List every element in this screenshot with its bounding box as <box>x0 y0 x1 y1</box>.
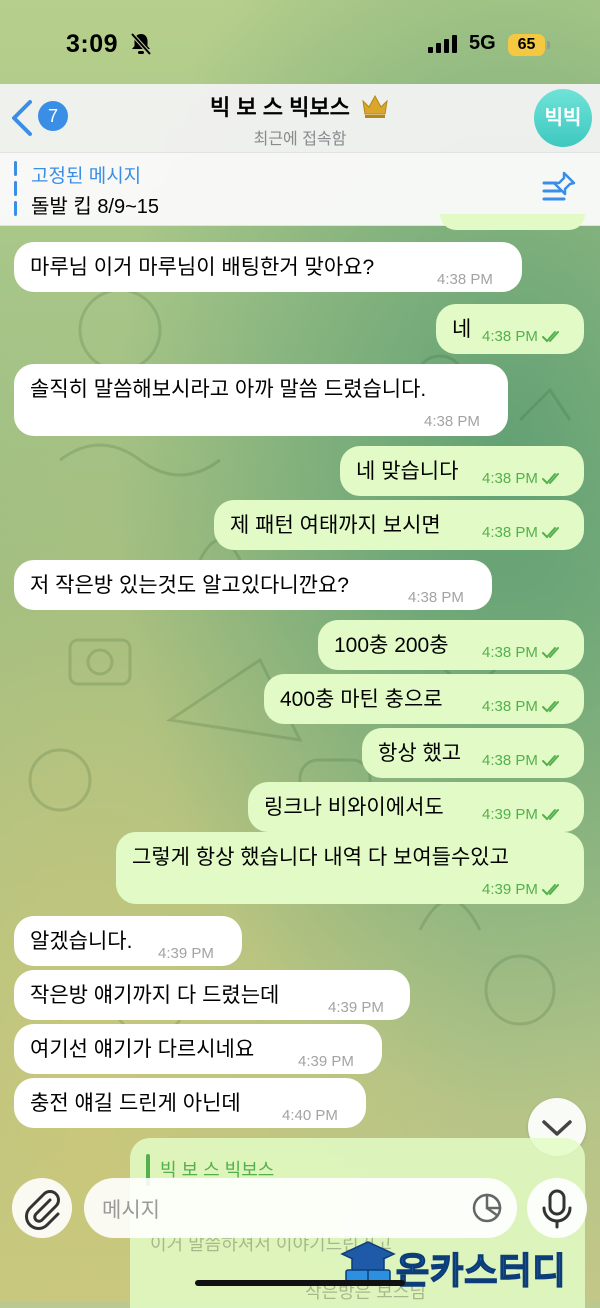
message-input-placeholder: 메시지 <box>102 1199 160 1222</box>
message-time-text: 4:38 PM <box>482 524 538 541</box>
double-check-icon <box>541 701 559 713</box>
message-text: 작은방 얘기까지 다 드렸는데 <box>30 984 280 1007</box>
message-time: 4:38 PM <box>482 323 564 351</box>
message-bubble[interactable]: 알겠습니다. 4:39 PM <box>14 916 242 966</box>
double-check-icon <box>541 527 559 539</box>
message-bubble[interactable]: 100충 200충 4:38 PM <box>318 620 584 670</box>
avatar[interactable]: 빅빅 <box>534 89 592 147</box>
message-time: 4:38 PM <box>482 465 564 493</box>
message-bubble[interactable]: 400충 마틴 충으로 4:38 PM <box>264 674 584 724</box>
message-bubble[interactable]: 네 4:38 PM <box>436 304 584 354</box>
bell-slash-icon <box>130 32 152 56</box>
message-time-text: 4:38 PM <box>482 752 538 769</box>
message-text: 충전 얘길 드린게 아닌데 <box>30 1092 241 1115</box>
message-time: 4:38 PM <box>482 693 564 721</box>
message-bubble[interactable]: 작은방 얘기까지 다 드렸는데 4:39 PM <box>14 970 410 1020</box>
message-text: 저 작은방 있는것도 알고있다니깐요? <box>30 574 349 597</box>
pinned-indicator <box>14 161 17 217</box>
chat-title: 빅 보 스 빅보스 <box>120 90 480 122</box>
unread-count-badge: 7 <box>38 101 68 131</box>
message-time-text: 4:39 PM <box>482 806 538 823</box>
chat-header: 7 빅 보 스 빅보스 최근에 접속함 빅빅 <box>0 84 600 152</box>
message-bubble[interactable]: 여기선 얘기가 다르시네요 4:39 PM <box>14 1024 382 1074</box>
battery-tip <box>547 41 550 49</box>
message-bubble[interactable]: 링크나 비와이에서도 4:39 PM <box>248 782 584 832</box>
message-bubble[interactable]: 마루님 이거 마루님이 배팅한거 맞아요? 4:38 PM <box>14 242 522 292</box>
status-bar: 3:09 5G 65 <box>0 0 600 84</box>
message-bubble[interactable]: 저 작은방 있는것도 알고있다니깐요? 4:38 PM <box>14 560 492 610</box>
message-text: 마루님 이거 마루님이 배팅한거 맞아요? <box>30 256 375 279</box>
message-time-text: 4:38 PM <box>482 470 538 487</box>
pinned-title: 고정된 메시지 <box>31 166 142 187</box>
message-text: 알겠습니다. <box>30 930 133 953</box>
pin-list-icon[interactable] <box>542 171 578 205</box>
message-input[interactable]: 메시지 <box>84 1178 517 1238</box>
message-text: 네 <box>452 318 472 341</box>
status-time: 3:09 <box>66 30 119 58</box>
message-time: 4:38 PM <box>482 639 564 667</box>
message-text: 100충 200충 <box>334 634 449 657</box>
back-button[interactable]: 7 <box>10 98 70 138</box>
message-time-text: 4:38 PM <box>482 644 538 661</box>
message-time: 4:38 PM <box>482 519 564 547</box>
network-type: 5G <box>469 32 496 54</box>
message-bubble[interactable]: 항상 했고 4:38 PM <box>362 728 584 778</box>
message-text: 항상 했고 <box>378 742 462 765</box>
message-time: 4:38 PM <box>424 413 480 430</box>
message-text: 여기선 얘기가 다르시네요 <box>30 1038 255 1061</box>
chevron-left-icon <box>12 100 32 136</box>
microphone-button[interactable] <box>527 1178 587 1238</box>
message-text: 그렇게 항상 했습니다 내역 다 보여들수있고 <box>132 846 509 869</box>
chat-title-area[interactable]: 빅 보 스 빅보스 최근에 접속함 <box>120 90 480 149</box>
pinned-text: 돌발 킵 8/9~15 <box>31 196 160 218</box>
message-text: 네 맞습니다 <box>356 460 459 483</box>
double-check-icon <box>541 755 559 767</box>
message-time-text: 4:39 PM <box>482 881 538 898</box>
message-time: 4:38 PM <box>408 589 464 606</box>
double-check-icon <box>541 809 559 821</box>
double-check-icon <box>541 473 559 485</box>
chat-title-text: 빅 보 스 빅보스 <box>210 95 350 120</box>
attach-button[interactable] <box>12 1178 72 1238</box>
message-time: 4:39 PM <box>482 801 564 829</box>
message-bubble[interactable]: 솔직히 말씀해보시라고 아까 말씀 드렸습니다. 4:38 PM <box>14 364 508 436</box>
message-text: 400충 마틴 충으로 <box>280 688 443 711</box>
message-time: 4:38 PM <box>437 271 493 288</box>
battery-indicator: 65 <box>508 34 545 56</box>
paperclip-icon <box>25 1190 60 1230</box>
sticker-icon[interactable] <box>471 1192 503 1224</box>
message-time: 4:39 PM <box>158 945 214 962</box>
double-check-icon <box>541 884 559 896</box>
chat-last-seen: 최근에 접속함 <box>253 131 347 148</box>
message-bubble[interactable]: 충전 얘길 드린게 아닌데 4:40 PM <box>14 1078 366 1128</box>
crown-icon <box>362 94 388 118</box>
message-time: 4:39 PM <box>482 876 564 904</box>
message-time: 4:39 PM <box>298 1053 354 1070</box>
message-text: 솔직히 말씀해보시라고 아까 말씀 드렸습니다. <box>30 378 427 401</box>
double-check-icon <box>541 647 559 659</box>
message-time: 4:38 PM <box>482 747 564 775</box>
home-indicator[interactable] <box>195 1280 405 1286</box>
message-time-text: 4:38 PM <box>482 328 538 345</box>
message-text: 링크나 비와이에서도 <box>264 796 444 819</box>
message-bubble[interactable]: 네 맞습니다 4:38 PM <box>340 446 584 496</box>
signal-icon <box>428 35 457 53</box>
double-check-icon <box>541 331 559 343</box>
message-bubble[interactable]: 그렇게 항상 했습니다 내역 다 보여들수있고 4:39 PM <box>116 832 584 904</box>
message-text: 제 패턴 여태까지 보시면 <box>230 514 441 537</box>
message-bubble-partial <box>440 214 585 230</box>
message-bubble[interactable]: 제 패턴 여태까지 보시면 4:38 PM <box>214 500 584 550</box>
watermark-text: 온카스터디 <box>395 1249 567 1292</box>
message-time: 4:39 PM <box>328 999 384 1016</box>
microphone-icon <box>542 1189 572 1229</box>
message-time-text: 4:38 PM <box>482 698 538 715</box>
message-time: 4:40 PM <box>282 1107 338 1124</box>
